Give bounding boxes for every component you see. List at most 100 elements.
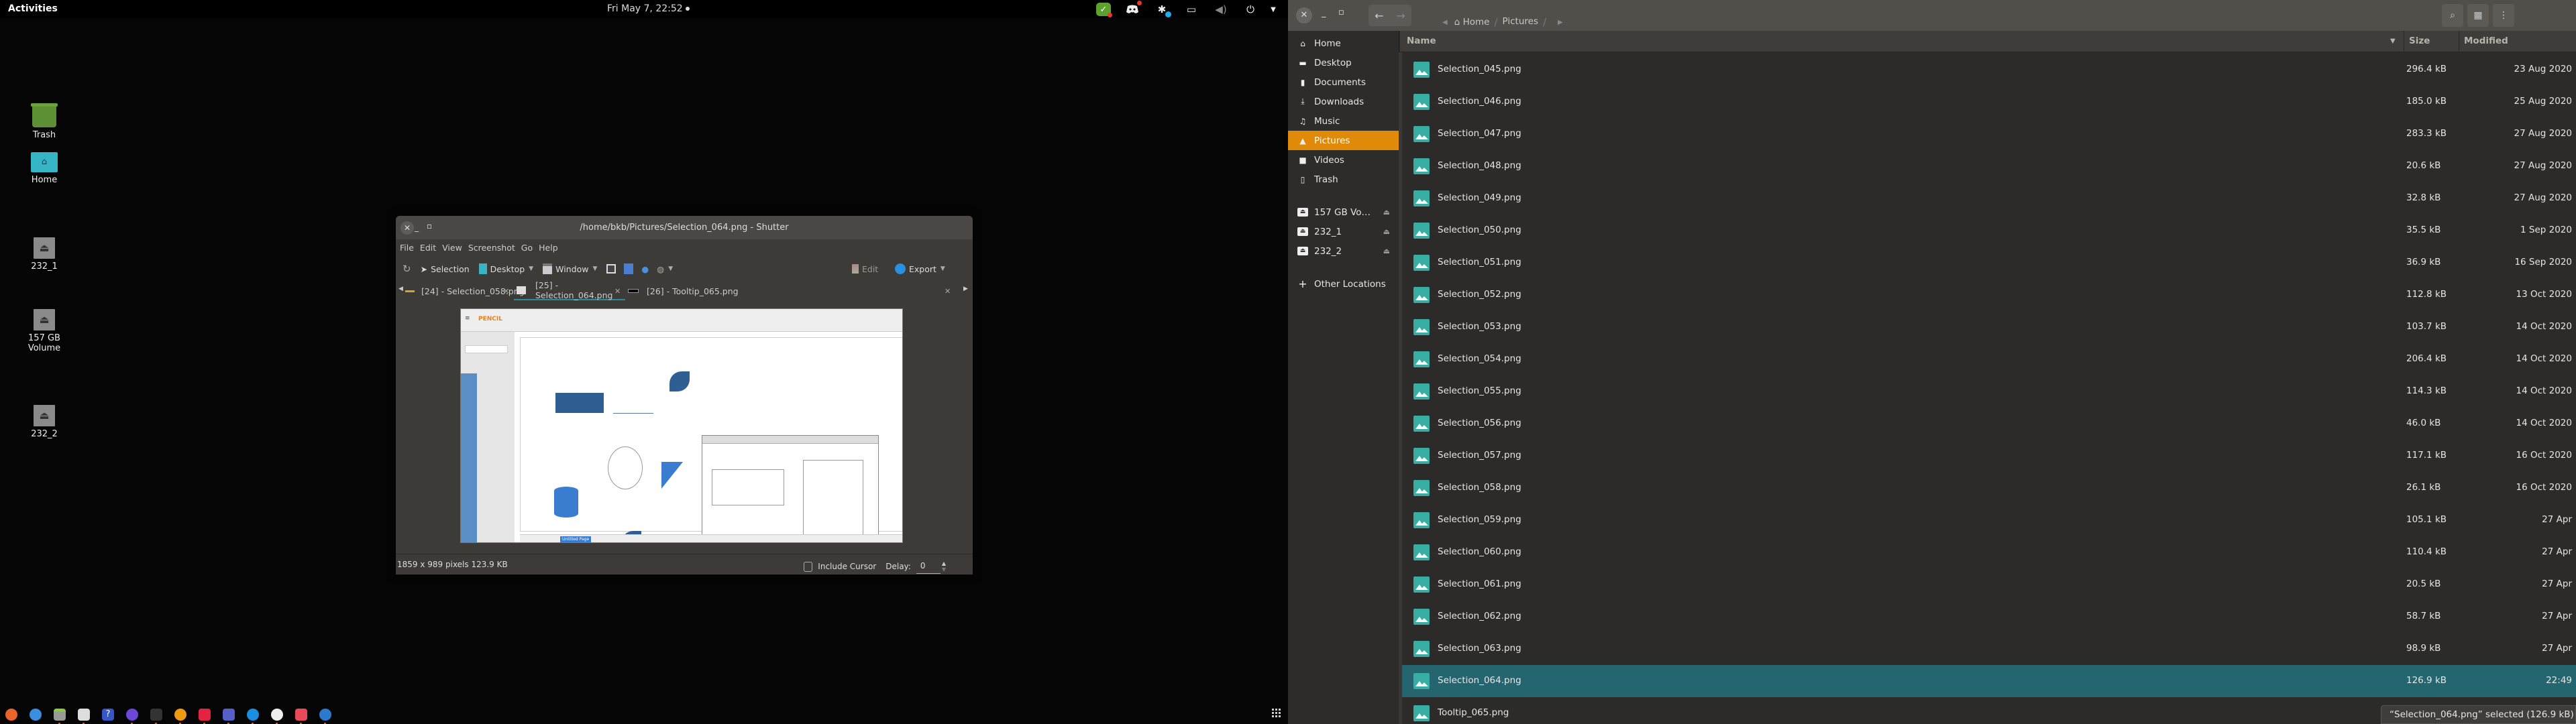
skype-icon[interactable] [247,709,259,724]
menu-button[interactable]: ⋮ [2493,4,2514,27]
file-row[interactable]: Selection_045.png 296.4 kB 23 Aug 2020 [1400,54,2576,86]
help-icon[interactable]: ? [102,709,114,721]
refresh-icon[interactable]: ↻ [402,263,411,275]
power-icon[interactable]: ⏻ [1242,3,1258,16]
chevron-down-icon[interactable]: ▼ [592,265,597,272]
sidebar-item-downloads[interactable]: ⤓ Downloads [1288,92,1399,111]
discord-icon[interactable] [1124,1,1142,16]
chevron-down-icon[interactable]: ▼ [668,265,673,272]
spinner-arrows-icon[interactable]: ▲ ▼ [942,560,946,572]
file-row[interactable]: Selection_055.png 114.3 kB 14 Oct 2020 [1400,375,2576,408]
firefox-dev-icon[interactable] [126,709,138,724]
dropdown-icon[interactable]: ▼ [1265,3,1281,16]
desktop-icon-157gb[interactable]: ⏏ 157 GB Volume [11,309,78,353]
image-viewer[interactable]: ≡ PENCIL Untitled Page [396,303,973,554]
sidebar-device[interactable]: ⏏ 232_2 ⏏ [1288,241,1399,261]
column-name[interactable]: Name [1407,36,1436,46]
discord-icon[interactable] [223,709,235,724]
forward-button[interactable]: → [1396,9,1405,22]
menu-capture-icon[interactable] [624,263,634,274]
slack-icon[interactable] [271,709,283,724]
file-row[interactable]: Selection_047.png 283.3 kB 27 Aug 2020 [1400,118,2576,150]
sidebar-scrollbar[interactable] [1399,52,1402,724]
section-icon[interactable] [606,264,616,274]
file-row[interactable]: Selection_048.png 20.6 kB 27 Aug 2020 [1400,150,2576,182]
file-row[interactable]: Selection_059.png 105.1 kB 27 Apr [1400,504,2576,536]
title-bar[interactable]: ✕ _ ▫ /home/bkb/Pictures/Selection_064.p… [396,216,973,239]
thunderbird-icon[interactable] [30,709,42,721]
skype-icon[interactable]: ✓ [1096,3,1112,17]
include-cursor-checkbox[interactable] [804,561,813,572]
firefox-icon[interactable] [5,709,17,721]
shutter-icon[interactable] [319,709,331,724]
menu-help[interactable]: Help [539,243,558,253]
file-row[interactable]: Selection_046.png 185.0 kB 25 Aug 2020 [1400,86,2576,118]
activities-button[interactable]: Activities [8,3,58,14]
terminal-icon[interactable] [150,709,162,724]
show-applications-icon[interactable] [1272,709,1281,717]
file-row[interactable]: Selection_064.png 126.9 kB 22:49 [1400,665,2576,697]
eject-icon[interactable]: ⏏ [1383,227,1390,236]
file-row[interactable]: Selection_051.png 36.9 kB 16 Sep 2020 [1400,247,2576,279]
file-row[interactable]: Selection_053.png 103.7 kB 14 Oct 2020 [1400,311,2576,343]
screen-icon[interactable]: ▭ [1183,3,1199,16]
file-row[interactable]: Selection_049.png 32.8 kB 27 Aug 2020 [1400,182,2576,215]
minimize-button[interactable]: _ [1322,8,1326,18]
file-row[interactable]: Selection_062.png 58.7 kB 27 Apr [1400,601,2576,633]
software-icon[interactable] [78,709,90,724]
file-row[interactable]: Selection_052.png 112.8 kB 13 Oct 2020 [1400,279,2576,311]
close-tab-icon[interactable]: ✕ [614,287,621,296]
file-row[interactable]: Selection_061.png 20.5 kB 27 Apr [1400,568,2576,601]
desktop-icon-232-2[interactable]: ⏏ 232_2 [11,405,78,439]
desktop-icon-trash[interactable]: Trash [11,103,78,140]
eject-icon[interactable]: ⏏ [1383,247,1390,255]
scroll-left-icon[interactable]: ◀ [398,286,403,292]
column-size[interactable]: Size [2409,36,2430,46]
desktop-icon-232-1[interactable]: ⏏ 232_1 [11,237,78,272]
sidebar-device[interactable]: ⏏ 157 GB Vo… ⏏ [1288,202,1399,222]
close-tab-icon[interactable]: ✕ [503,287,509,296]
web-capture-icon[interactable]: ◍ ▼ [657,264,673,274]
eject-icon[interactable]: ⏏ [1383,208,1390,217]
clock[interactable]: Fri May 7, 22:52 [607,3,690,14]
tooltip-capture-icon[interactable]: ● [641,264,649,274]
file-row[interactable]: Selection_063.png 98.9 kB 27 Apr [1400,633,2576,665]
menu-file[interactable]: File [400,243,414,253]
menu-edit[interactable]: Edit [420,243,436,253]
close-button[interactable]: ✕ [1296,7,1312,23]
chevron-down-icon[interactable]: ▼ [941,265,945,272]
file-row[interactable]: Selection_050.png 35.5 kB 1 Sep 2020 [1400,215,2576,247]
sidebar-item-desktop[interactable]: ▬ Desktop [1288,53,1399,72]
close-button[interactable]: ✕ [400,221,414,235]
sidebar-item-pictures[interactable]: ▲ Pictures [1288,131,1399,150]
export-button[interactable]: Export ▼ [895,263,945,274]
tab-tooltip-065[interactable]: [26] - Tooltip_065.png [628,282,739,300]
desktop-icon-home[interactable]: ⌂ Home [11,152,78,185]
menu-screenshot[interactable]: Screenshot [468,243,515,253]
tab-selection-064[interactable]: [25] - Selection_064.png [514,280,625,300]
sidebar-item-videos[interactable]: ■ Videos [1288,150,1399,170]
file-row[interactable]: Selection_060.png 110.4 kB 27 Apr [1400,536,2576,568]
selection-button[interactable]: ➤ Selection [421,264,470,274]
sidebar-other-locations[interactable]: + Other Locations [1288,274,1399,294]
column-modified[interactable]: Modified [2464,36,2508,46]
slack-icon[interactable]: ✱ [1154,3,1171,17]
minimize-button[interactable]: _ [415,223,419,232]
file-row[interactable]: Selection_056.png 46.0 kB 14 Oct 2020 [1400,408,2576,440]
file-row[interactable]: Selection_054.png 206.4 kB 14 Oct 2020 [1400,343,2576,375]
pencil-icon[interactable] [174,709,186,724]
back-button[interactable]: ← [1375,9,1383,22]
maximize-button[interactable]: ▫ [427,221,432,231]
chevron-down-icon[interactable]: ▼ [529,265,533,272]
screenshot-icon[interactable] [295,709,307,724]
sidebar-item-trash[interactable]: ▯ Trash [1288,170,1399,189]
sidebar-item-home[interactable]: ⌂ Home [1288,34,1399,53]
sort-chevron-icon[interactable]: ▼ [2390,38,2396,45]
path-right-icon[interactable]: ▶ [1558,19,1563,26]
edit-button[interactable]: Edit [852,264,878,274]
path-left-icon[interactable]: ◀ [1442,19,1448,26]
view-toggle-button[interactable]: ▦ [2467,4,2489,27]
sidebar-device[interactable]: ⏏ 232_1 ⏏ [1288,222,1399,241]
file-row[interactable]: Selection_058.png 26.1 kB 16 Oct 2020 [1400,472,2576,504]
file-row[interactable]: Selection_057.png 117.1 kB 16 Oct 2020 [1400,440,2576,472]
